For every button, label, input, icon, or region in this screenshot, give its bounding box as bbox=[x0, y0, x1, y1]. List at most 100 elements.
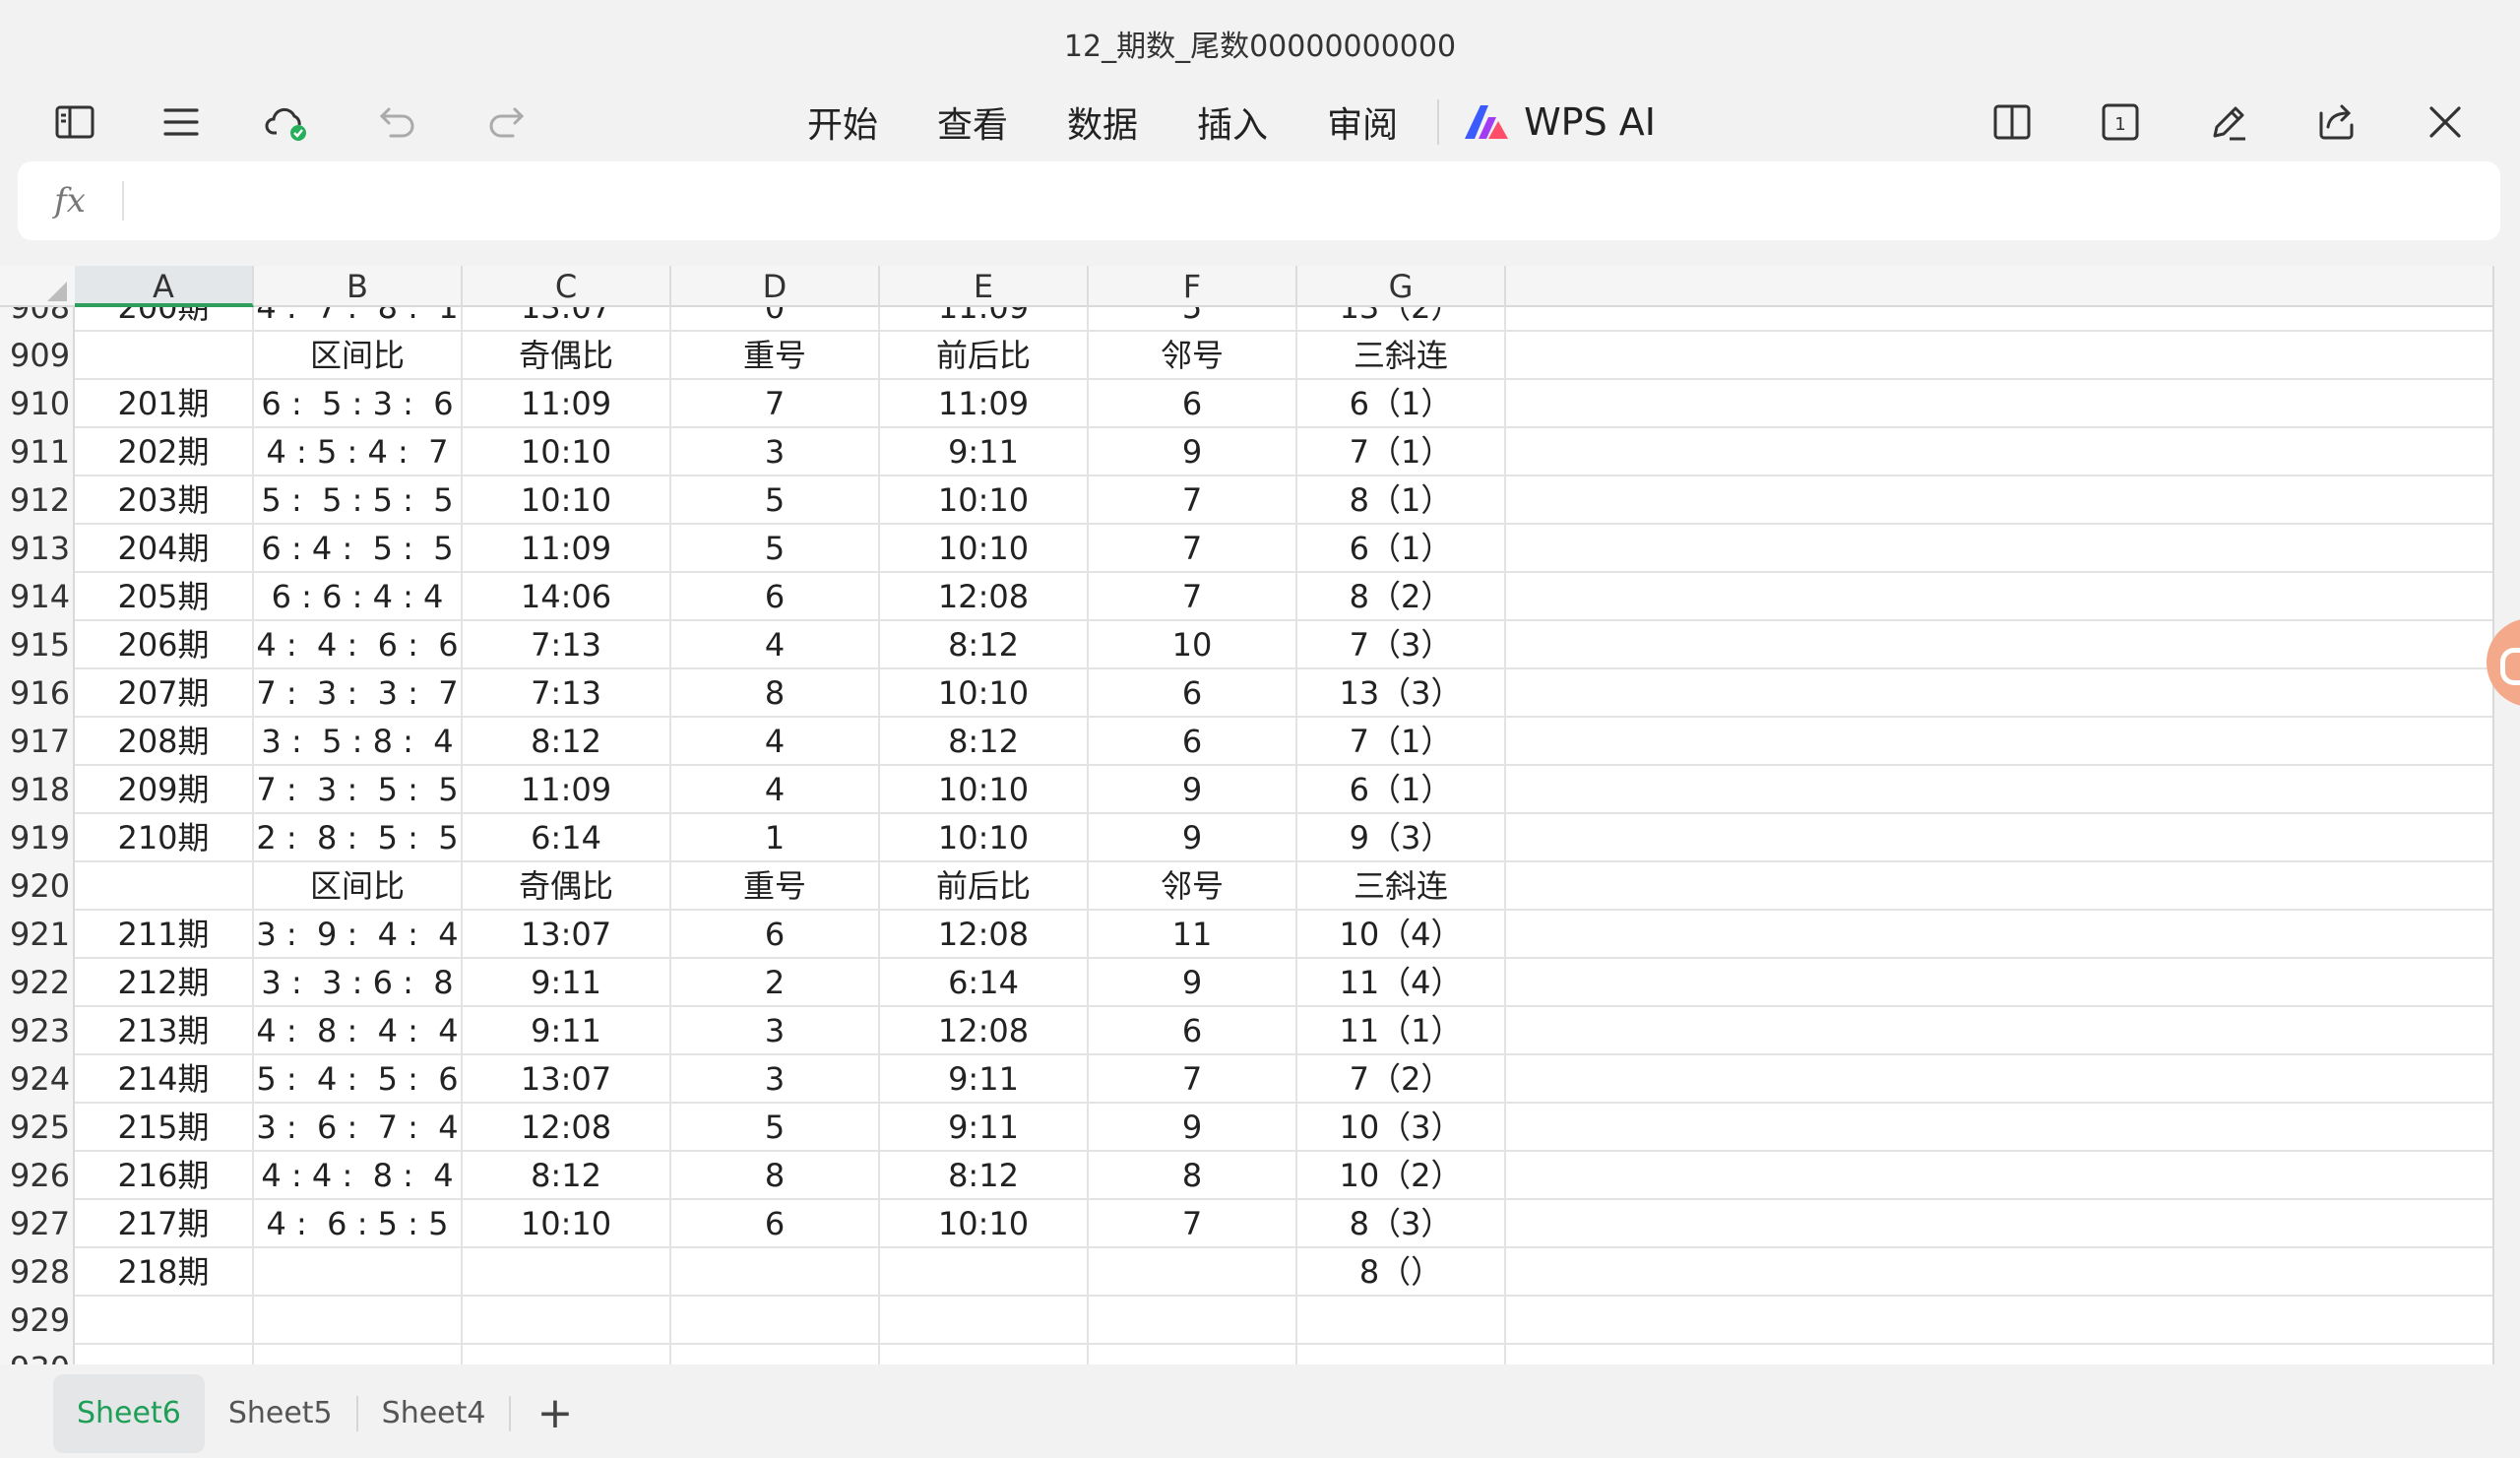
cell-d[interactable]: 0 bbox=[671, 307, 880, 332]
menu-view[interactable]: 查看 bbox=[917, 96, 1028, 148]
cell-b[interactable] bbox=[254, 1248, 463, 1297]
cell-g[interactable]: 9（3） bbox=[1297, 814, 1506, 862]
cell-d[interactable]: 4 bbox=[671, 621, 880, 669]
cell-c[interactable]: 13:07 bbox=[463, 911, 671, 959]
cell-a[interactable] bbox=[75, 862, 254, 911]
row-number[interactable]: 920 bbox=[0, 862, 75, 911]
cell-b[interactable]: 4 : 5 : 4 : 7 bbox=[254, 428, 463, 476]
cell-c[interactable]: 7:13 bbox=[463, 669, 671, 718]
cell-c[interactable]: 10:10 bbox=[463, 428, 671, 476]
undo-icon[interactable] bbox=[370, 95, 425, 150]
cell-e[interactable] bbox=[880, 1345, 1089, 1364]
formula-input[interactable] bbox=[124, 171, 2500, 230]
cell-e[interactable] bbox=[880, 1248, 1089, 1297]
cell-e[interactable]: 8:12 bbox=[880, 621, 1089, 669]
cell-c[interactable]: 奇偶比 bbox=[463, 862, 671, 911]
cell-e[interactable]: 12:08 bbox=[880, 573, 1089, 621]
row-number[interactable]: 925 bbox=[0, 1104, 75, 1152]
row-number[interactable]: 912 bbox=[0, 476, 75, 525]
row-number[interactable]: 918 bbox=[0, 766, 75, 814]
cell-c[interactable]: 11:09 bbox=[463, 525, 671, 573]
cell-c[interactable]: 11:09 bbox=[463, 380, 671, 428]
cell-e[interactable]: 10:10 bbox=[880, 766, 1089, 814]
cell-e[interactable]: 前后比 bbox=[880, 862, 1089, 911]
cell-d[interactable]: 3 bbox=[671, 1055, 880, 1104]
cell-f[interactable]: 11 bbox=[1089, 911, 1297, 959]
column-header-c[interactable]: C bbox=[463, 266, 671, 307]
cell-b[interactable]: 4 : 6 : 5 : 5 bbox=[254, 1200, 463, 1248]
cell-f[interactable]: 7 bbox=[1089, 1200, 1297, 1248]
close-icon[interactable] bbox=[2418, 95, 2473, 150]
fx-icon[interactable]: fx bbox=[18, 181, 122, 221]
cell-a[interactable]: 205期 bbox=[75, 573, 254, 621]
column-header-e[interactable]: E bbox=[880, 266, 1089, 307]
cell-b[interactable]: 6 : 6 : 4 : 4 bbox=[254, 573, 463, 621]
row-number[interactable]: 927 bbox=[0, 1200, 75, 1248]
row-number[interactable]: 911 bbox=[0, 428, 75, 476]
cell-a[interactable]: 201期 bbox=[75, 380, 254, 428]
cell-a[interactable]: 203期 bbox=[75, 476, 254, 525]
cell-c[interactable]: 8:12 bbox=[463, 1152, 671, 1200]
cell-d[interactable]: 1 bbox=[671, 814, 880, 862]
cell-c[interactable]: 12:08 bbox=[463, 1104, 671, 1152]
cell-d[interactable]: 6 bbox=[671, 1200, 880, 1248]
cell-c[interactable]: 13:07 bbox=[463, 307, 671, 332]
cell-a[interactable] bbox=[75, 332, 254, 380]
cell-a[interactable]: 206期 bbox=[75, 621, 254, 669]
cell-d[interactable]: 8 bbox=[671, 1152, 880, 1200]
cell-c[interactable] bbox=[463, 1297, 671, 1345]
split-view-icon[interactable] bbox=[1984, 95, 2040, 150]
cell-e[interactable]: 10:10 bbox=[880, 814, 1089, 862]
column-header-b[interactable]: B bbox=[254, 266, 463, 307]
cell-e[interactable]: 12:08 bbox=[880, 911, 1089, 959]
cell-d[interactable]: 重号 bbox=[671, 332, 880, 380]
cell-d[interactable] bbox=[671, 1345, 880, 1364]
cell-f[interactable]: 邻号 bbox=[1089, 332, 1297, 380]
cell-g[interactable]: 13（3） bbox=[1297, 669, 1506, 718]
cell-e[interactable]: 9:11 bbox=[880, 428, 1089, 476]
cell-c[interactable]: 13:07 bbox=[463, 1055, 671, 1104]
cell-b[interactable]: 6 : 5 : 3 : 6 bbox=[254, 380, 463, 428]
cell-d[interactable]: 3 bbox=[671, 428, 880, 476]
cell-c[interactable]: 10:10 bbox=[463, 476, 671, 525]
cell-a[interactable]: 212期 bbox=[75, 959, 254, 1007]
cell-c[interactable]: 7:13 bbox=[463, 621, 671, 669]
cell-b[interactable]: 5 : 4 : 5 : 6 bbox=[254, 1055, 463, 1104]
cell-b[interactable]: 4 : 4 : 6 : 6 bbox=[254, 621, 463, 669]
column-header-f[interactable]: F bbox=[1089, 266, 1297, 307]
cell-a[interactable]: 216期 bbox=[75, 1152, 254, 1200]
cell-b[interactable]: 4 : 7 : 8 : 1 bbox=[254, 307, 463, 332]
cell-b[interactable]: 4 : 8 : 4 : 4 bbox=[254, 1007, 463, 1055]
cell-d[interactable]: 2 bbox=[671, 959, 880, 1007]
cell-g[interactable]: 8（3） bbox=[1297, 1200, 1506, 1248]
cell-a[interactable]: 210期 bbox=[75, 814, 254, 862]
cell-a[interactable]: 213期 bbox=[75, 1007, 254, 1055]
cell-f[interactable]: 10 bbox=[1089, 621, 1297, 669]
cell-e[interactable]: 10:10 bbox=[880, 476, 1089, 525]
column-header-a[interactable]: A bbox=[75, 266, 254, 307]
redo-icon[interactable] bbox=[478, 95, 534, 150]
cell-g[interactable]: 7（2） bbox=[1297, 1055, 1506, 1104]
cell-g[interactable]: 11（1） bbox=[1297, 1007, 1506, 1055]
cell-f[interactable]: 9 bbox=[1089, 428, 1297, 476]
cell-c[interactable] bbox=[463, 1248, 671, 1297]
cell-f[interactable]: 9 bbox=[1089, 766, 1297, 814]
cell-d[interactable]: 6 bbox=[671, 573, 880, 621]
column-header-d[interactable]: D bbox=[671, 266, 880, 307]
select-all-corner[interactable] bbox=[0, 266, 75, 307]
sidebar-toggle-icon[interactable] bbox=[47, 95, 102, 150]
cell-d[interactable] bbox=[671, 1297, 880, 1345]
cell-e[interactable]: 8:12 bbox=[880, 1152, 1089, 1200]
cell-a[interactable]: 215期 bbox=[75, 1104, 254, 1152]
cell-g[interactable]: 10（4） bbox=[1297, 911, 1506, 959]
cell-e[interactable]: 10:10 bbox=[880, 669, 1089, 718]
cell-d[interactable]: 3 bbox=[671, 1007, 880, 1055]
cell-g[interactable]: 7（3） bbox=[1297, 621, 1506, 669]
cell-b[interactable]: 4 : 4 : 8 : 4 bbox=[254, 1152, 463, 1200]
cell-f[interactable]: 7 bbox=[1089, 525, 1297, 573]
cell-f[interactable]: 6 bbox=[1089, 1007, 1297, 1055]
row-number[interactable]: 921 bbox=[0, 911, 75, 959]
cell-e[interactable]: 11:09 bbox=[880, 307, 1089, 332]
cell-f[interactable]: 7 bbox=[1089, 476, 1297, 525]
cell-e[interactable]: 12:08 bbox=[880, 1007, 1089, 1055]
